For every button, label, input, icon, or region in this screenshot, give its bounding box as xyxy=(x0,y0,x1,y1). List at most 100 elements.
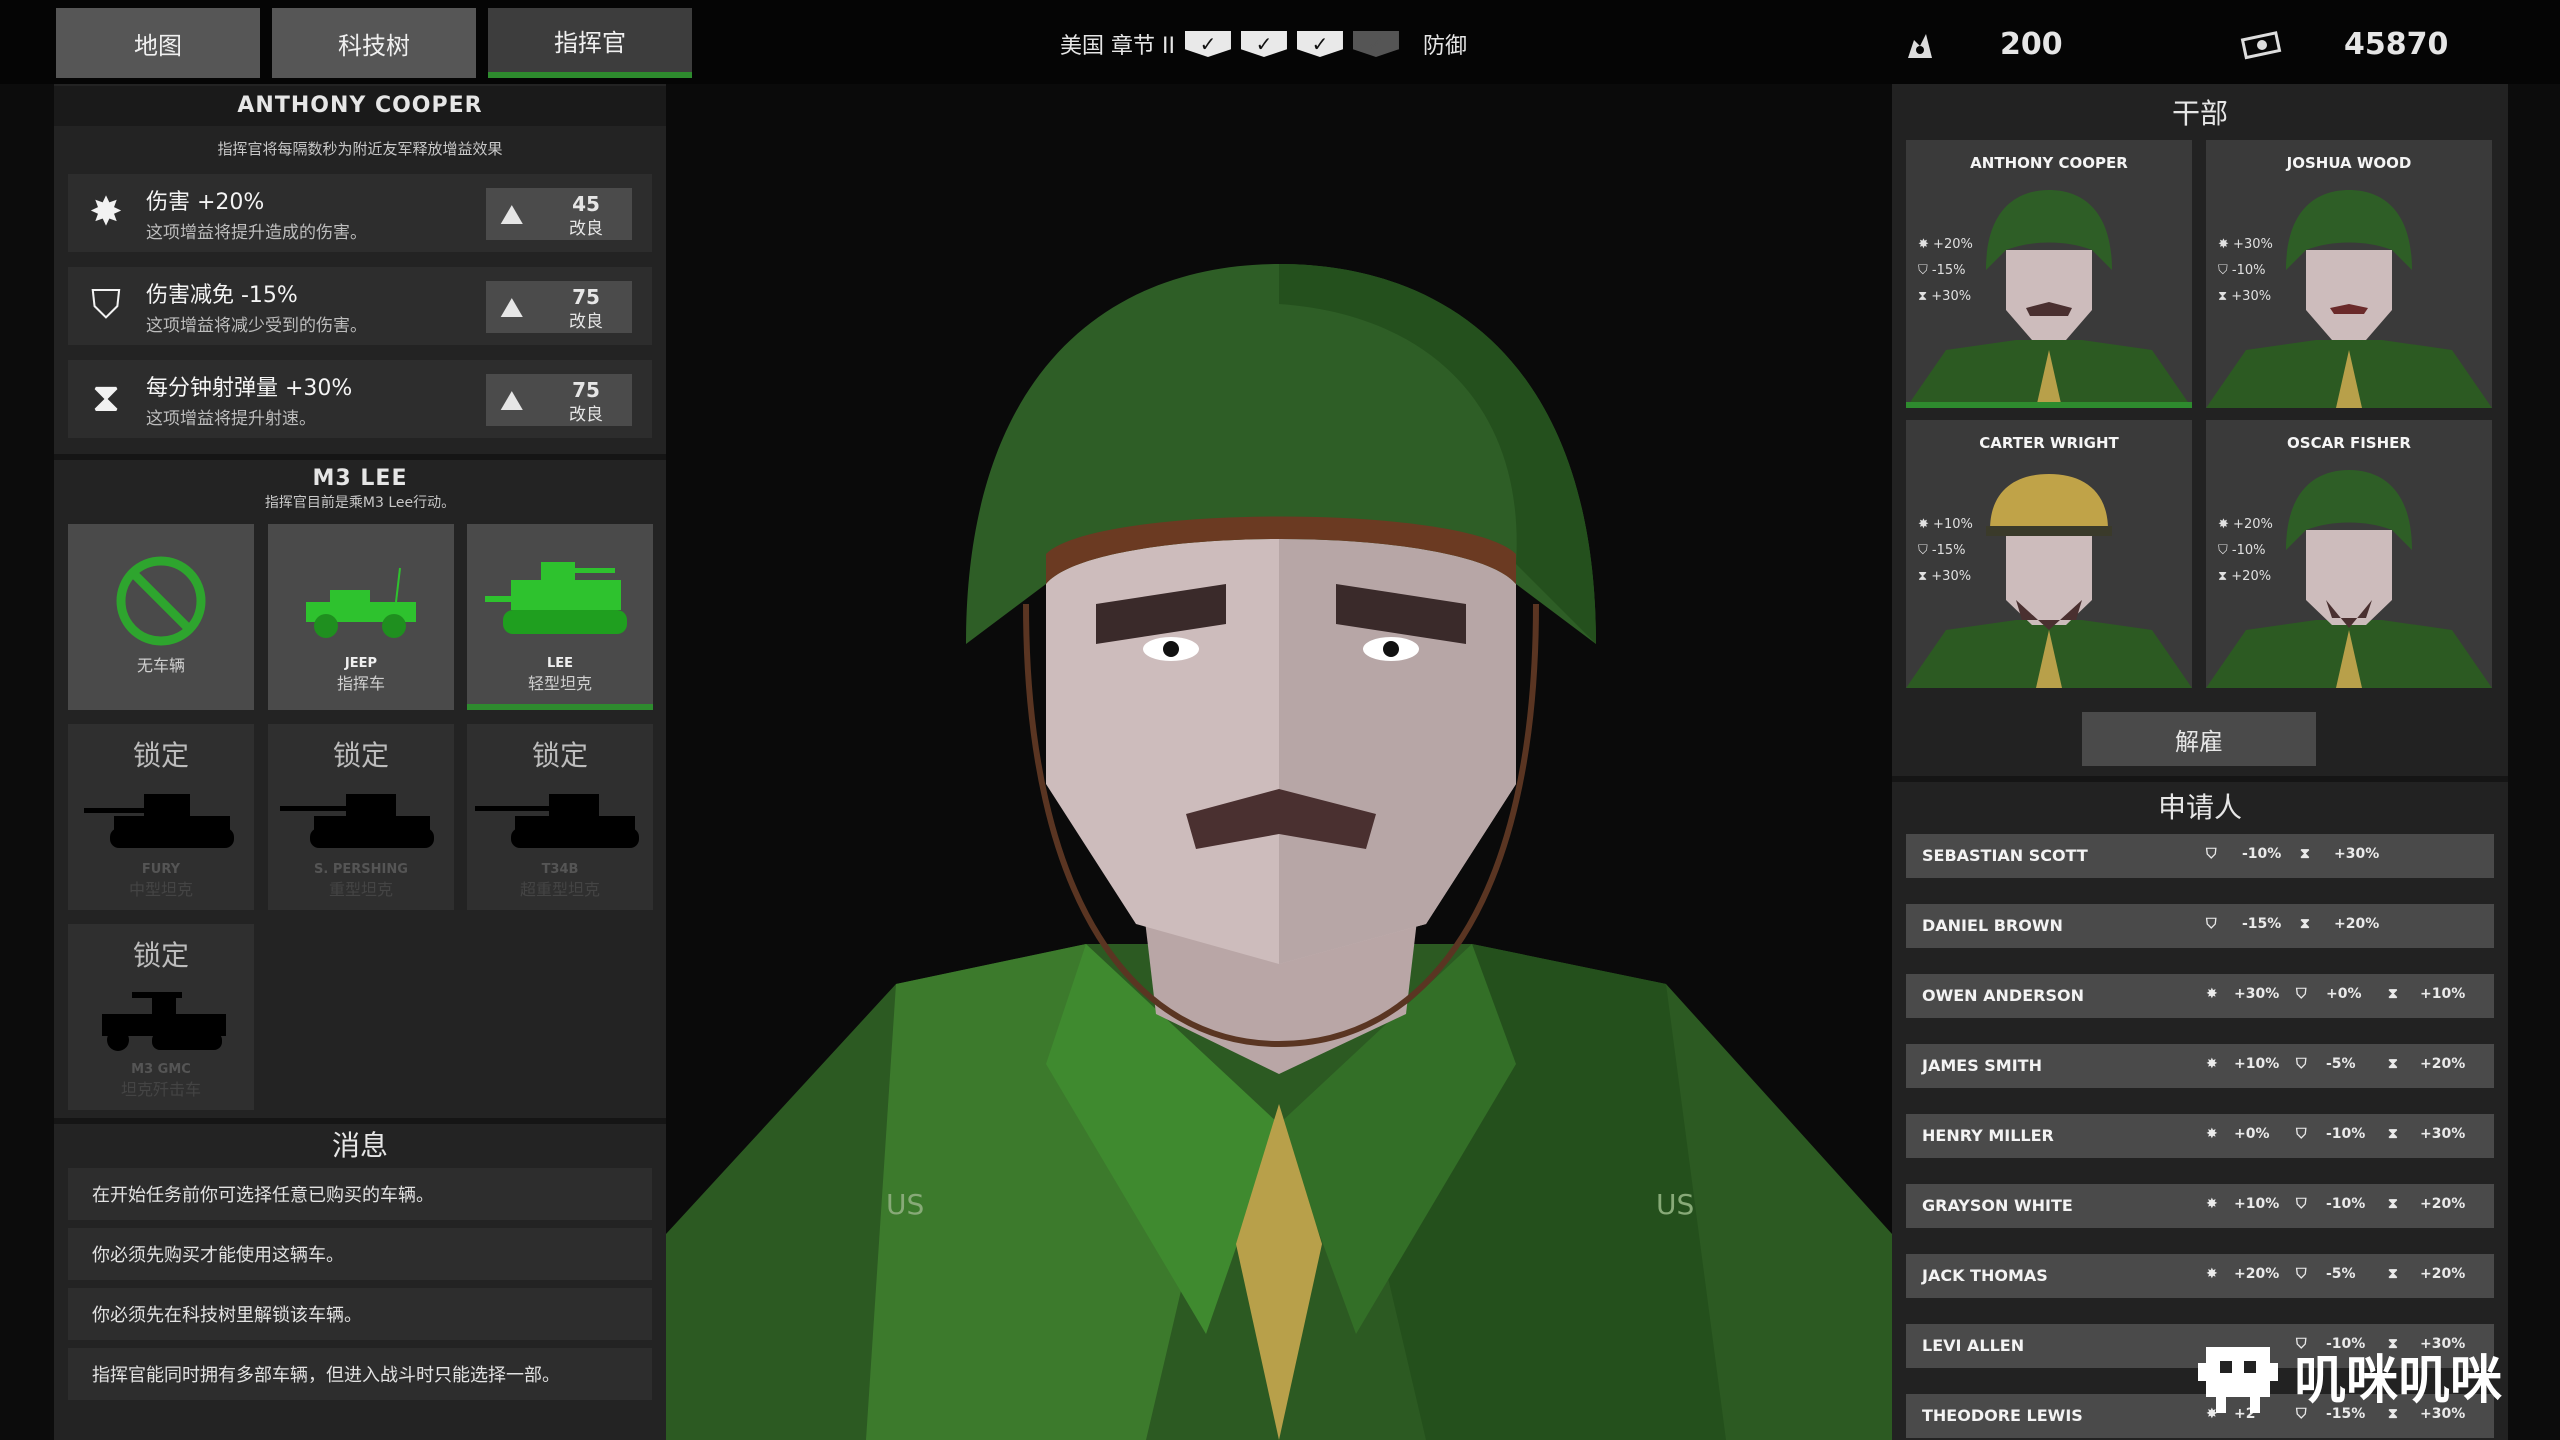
tab-commander[interactable]: 指挥官 xyxy=(488,8,692,78)
commander-desc: 指挥官将每隔数秒为附近友军释放增益效果 xyxy=(217,140,503,158)
vehicle-name: M3 GMC xyxy=(131,1062,191,1077)
money-value: 45870 xyxy=(2344,26,2449,62)
stat-value: -10% xyxy=(2326,1126,2366,1142)
money-resource: 45870 xyxy=(2240,20,2448,68)
stat-value: -10% xyxy=(2231,543,2266,558)
tab-tech-tree[interactable]: 科技树 xyxy=(272,8,476,78)
vehicle-sub: 无车辆 xyxy=(136,656,185,675)
applicant-row[interactable]: SEBASTIAN SCOTT ⛉ -10% ⧗ +30% xyxy=(1906,834,2494,878)
cadre-stats: ✸ +20% ⛉ -15% ⧗ +30% xyxy=(1918,232,1973,310)
parts-icon xyxy=(1908,34,1932,58)
stat-value: -5% xyxy=(2326,1266,2356,1282)
applicant-row[interactable]: GRAYSON WHITE ✸ +10% ⛉ -10% ⧗ +20% xyxy=(1906,1184,2494,1228)
fury-tank-icon xyxy=(84,794,234,848)
perk-damage: ✸ 伤害 +20% 这项增益将提升造成的伤害。 ⛰ 45 改良 xyxy=(68,174,652,252)
hourglass-icon: ⧗ xyxy=(2300,916,2310,932)
parts-resource: 200 xyxy=(1900,20,2063,68)
damage-icon: ✸ xyxy=(2206,1266,2218,1282)
upgrade-reduction-button[interactable]: ⛰ 75 改良 xyxy=(486,281,632,333)
shield-icon: ⛉ xyxy=(2206,846,2217,862)
cadre-card[interactable]: CARTER WRIGHT ✸ +10% ⛉ -15% ⧗ +30% xyxy=(1906,420,2192,688)
stat-value: +20% xyxy=(1933,237,1973,252)
stat-value: -15% xyxy=(2242,916,2282,932)
message-item: 你必须先在科技树里解锁该车辆。 xyxy=(68,1288,652,1340)
cadre-card[interactable]: OSCAR FISHER ✸ +20% ⛉ -10% ⧗ +20% xyxy=(2206,420,2492,688)
stat-value: +0% xyxy=(2326,986,2362,1002)
stat-value: +0% xyxy=(2234,1126,2270,1142)
tab-map[interactable]: 地图 xyxy=(56,8,260,78)
vehicle-t34b[interactable]: 锁定 T34B 超重型坦克 xyxy=(467,724,653,910)
applicants-title: 申请人 xyxy=(2157,791,2242,824)
applicant-name: JACK THOMAS xyxy=(1922,1266,2048,1285)
no-vehicle-icon xyxy=(116,556,206,646)
vehicle-jeep[interactable]: JEEP 指挥车 xyxy=(268,524,454,710)
stat-value: +30% xyxy=(2334,846,2380,862)
upgrade-fire-rate-button[interactable]: ⛰ 75 改良 xyxy=(486,374,632,426)
applicant-row[interactable]: JACK THOMAS ✸ +20% ⛉ -5% ⧗ +20% xyxy=(1906,1254,2494,1298)
message-item: 你必须先购买才能使用这辆车。 xyxy=(68,1228,652,1280)
damage-icon: ✸ xyxy=(2206,1056,2218,1072)
applicant-row[interactable]: JAMES SMITH ✸ +10% ⛉ -5% ⧗ +20% xyxy=(1906,1044,2494,1088)
shield-icon: ⛉ xyxy=(2206,916,2217,932)
applicant-row[interactable]: DANIEL BROWN ⛉ -15% ⧗ +20% xyxy=(1906,904,2494,948)
vehicle-lee[interactable]: LEE 轻型坦克 xyxy=(467,524,653,710)
pershing-tank-icon xyxy=(280,794,434,848)
perk-desc: 这项增益将提升射速。 xyxy=(146,409,316,429)
check-icon: ✓ xyxy=(1184,31,1231,57)
vehicle-fury[interactable]: 锁定 FURY 中型坦克 xyxy=(68,724,254,910)
hourglass-icon: ⧗ xyxy=(2388,1126,2398,1142)
hourglass-icon: ⧗ xyxy=(2300,846,2310,862)
stat-value: +30% xyxy=(2233,237,2273,252)
shield-icon: ⛉ xyxy=(2296,1126,2307,1142)
hourglass-icon: ⧗ xyxy=(1918,289,1928,304)
vehicle-sub: 指挥车 xyxy=(336,674,385,693)
upgrade-label: 改良 xyxy=(569,405,603,425)
uniform-mark-right: US xyxy=(1656,1188,1694,1221)
check-icon: ✓ xyxy=(1296,31,1343,57)
jeep-icon xyxy=(306,567,416,638)
vehicle-pershing[interactable]: 锁定 S. PERSHING 重型坦克 xyxy=(268,724,454,910)
applicant-name: OWEN ANDERSON xyxy=(1922,986,2084,1005)
cadre-card[interactable]: JOSHUA WOOD ✸ +30% ⛉ -10% ⧗ +30% xyxy=(2206,140,2492,408)
m3-gmc-icon xyxy=(102,992,226,1051)
stat-value: +10% xyxy=(2234,1196,2280,1212)
perk-desc: 这项增益将减少受到的伤害。 xyxy=(146,316,367,336)
parts-icon: ⛰ xyxy=(500,291,524,324)
stat-value: -10% xyxy=(2242,846,2282,862)
applicant-row[interactable]: OWEN ANDERSON ✸ +30% ⛉ +0% ⧗ +10% xyxy=(1906,974,2494,1018)
damage-icon: ✸ xyxy=(2218,517,2229,532)
cadre-name: CARTER WRIGHT xyxy=(1979,434,2119,452)
stat-value: +30% xyxy=(1931,569,1972,584)
vehicle-name: JEEP xyxy=(344,656,378,671)
locked-label: 锁定 xyxy=(132,939,189,972)
lee-tank-icon xyxy=(485,562,627,634)
cadre-stats: ✸ +20% ⛉ -10% ⧗ +20% xyxy=(2218,512,2273,590)
empty-badge-icon: ✓ xyxy=(1352,31,1399,57)
stat-value: +30% xyxy=(2234,986,2280,1002)
stat-value: +20% xyxy=(2420,1196,2466,1212)
applicant-name: HENRY MILLER xyxy=(1922,1126,2054,1145)
damage-icon: ✸ xyxy=(2206,1126,2218,1142)
cadre-card[interactable]: ANTHONY COOPER ✸ +20% ⛉ -15% ⧗ +30% xyxy=(1906,140,2192,408)
damage-icon: ✸ xyxy=(2206,1196,2218,1212)
stat-value: -15% xyxy=(1931,263,1966,278)
stat-value: +10% xyxy=(2234,1056,2280,1072)
hourglass-icon: ⧗ xyxy=(2388,1056,2398,1072)
shield-icon: ⛉ xyxy=(2296,986,2307,1002)
commander-name: ANTHONY COOPER xyxy=(54,86,666,126)
shield-icon: ⛉ xyxy=(2296,1196,2307,1212)
money-icon xyxy=(2240,31,2282,60)
shield-icon: ⛉ xyxy=(91,282,121,328)
chapter-label: 美国 章节 II xyxy=(1060,34,1175,59)
upgrade-cost: 45 xyxy=(572,192,600,216)
perk-damage-reduction: ⛉ 伤害减免 -15% 这项增益将减少受到的伤害。 ⛰ 75 改良 xyxy=(68,267,652,345)
vehicle-m3-gmc[interactable]: 锁定 M3 GMC 坦克歼击车 xyxy=(68,924,254,1110)
applicant-row[interactable]: HENRY MILLER ✸ +0% ⛉ -10% ⧗ +30% xyxy=(1906,1114,2494,1158)
damage-icon: ✸ xyxy=(89,189,123,235)
vehicle-none[interactable]: 无车辆 xyxy=(68,524,254,710)
upgrade-damage-button[interactable]: ⛰ 45 改良 xyxy=(486,188,632,240)
parts-value: 200 xyxy=(2000,26,2063,62)
stat-value: +20% xyxy=(2420,1056,2466,1072)
applicant-name: JAMES SMITH xyxy=(1922,1056,2042,1075)
dismiss-button[interactable]: 解雇 xyxy=(2082,712,2316,766)
